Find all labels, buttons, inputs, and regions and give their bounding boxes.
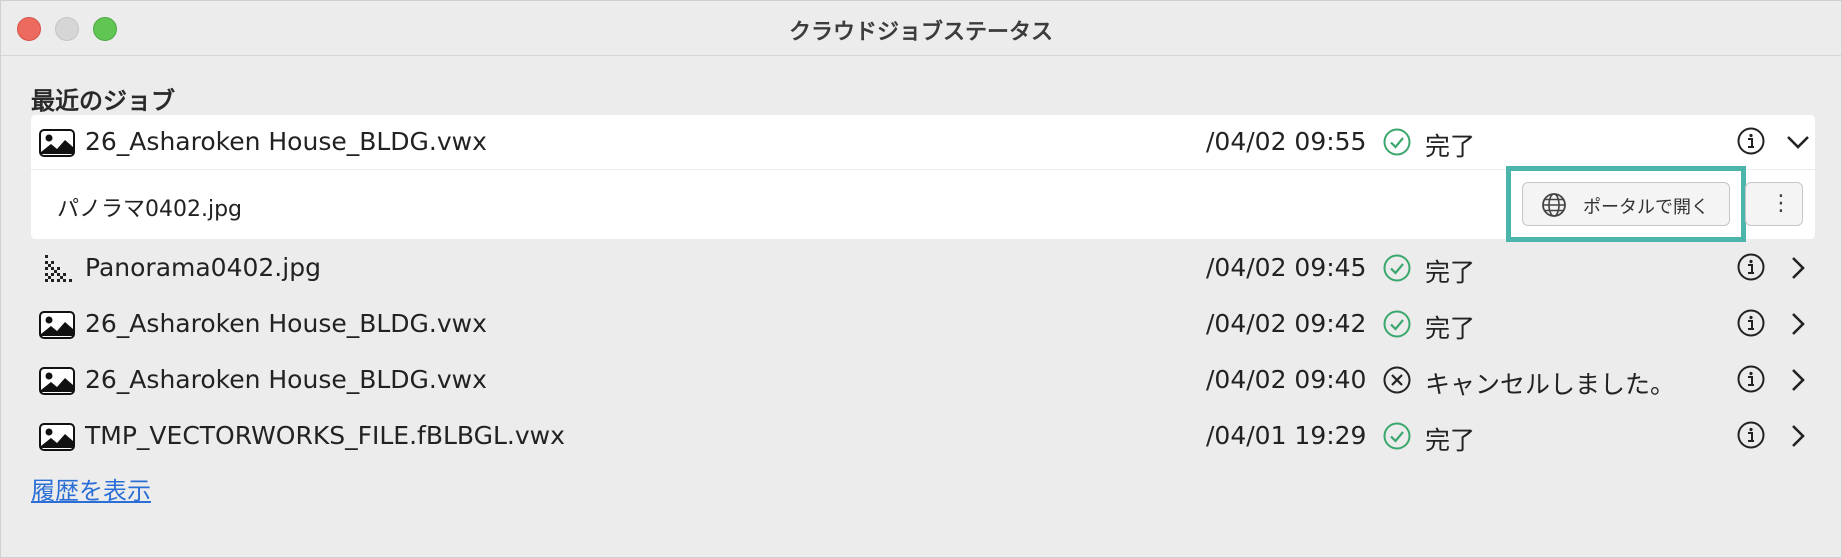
job-date: /04/02 09:42 (1206, 309, 1367, 338)
info-icon[interactable] (1736, 252, 1766, 282)
image-file-icon (39, 311, 75, 339)
more-options-button[interactable]: ⋮ (1745, 182, 1803, 226)
job-date: /04/02 09:40 (1206, 365, 1367, 394)
cloud-job-status-window: クラウドジョブステータス 最近のジョブ 26_Asharoken House_B… (0, 0, 1842, 558)
more-options-icon: ⋮ (1770, 191, 1792, 216)
job-status: 完了 (1425, 258, 1476, 287)
job-file-name: 26_Asharoken House_BLDG.vwx (85, 309, 487, 338)
job-status: 完了 (1425, 314, 1476, 343)
chevron-right-icon[interactable] (1784, 422, 1812, 450)
job-date: /04/02 09:55 (1206, 127, 1367, 156)
check-circle-icon (1383, 310, 1411, 338)
job-file-name: TMP_VECTORWORKS_FILE.fBLBGL.vwx (85, 421, 565, 450)
cancel-circle-icon (1383, 366, 1411, 394)
check-circle-icon (1383, 254, 1411, 282)
job-row[interactable]: 26_Asharoken House_BLDG.vwx /04/02 09:42… (31, 297, 1815, 353)
job-row[interactable]: 26_Asharoken House_BLDG.vwx /04/02 09:40… (31, 353, 1815, 409)
job-date: /04/02 09:45 (1206, 253, 1367, 282)
image-file-icon (39, 423, 75, 451)
window-title: クラウドジョブステータス (788, 20, 1053, 45)
recent-jobs-heading: 最近のジョブ (31, 87, 175, 115)
open-in-portal-label: ポータルで開く (1583, 197, 1709, 218)
info-icon[interactable] (1736, 420, 1766, 450)
globe-icon (1542, 193, 1566, 217)
job-status: 完了 (1425, 132, 1476, 161)
open-in-portal-button[interactable]: ポータルで開く (1522, 182, 1730, 226)
job-status: キャンセルしました。 (1425, 370, 1676, 399)
chevron-right-icon[interactable] (1784, 366, 1812, 394)
check-circle-icon (1383, 128, 1411, 156)
job-row[interactable]: TMP_VECTORWORKS_FILE.fBLBGL.vwx /04/01 1… (31, 409, 1815, 465)
job-file-name: 26_Asharoken House_BLDG.vwx (85, 365, 487, 394)
job-file-name: 26_Asharoken House_BLDG.vwx (85, 127, 487, 156)
info-icon[interactable] (1736, 126, 1766, 156)
output-file-name: パノラマ0402.jpg (57, 197, 243, 222)
raster-image-icon (45, 255, 72, 282)
show-history-link[interactable]: 履歴を表示 (31, 471, 151, 506)
title-bar: クラウドジョブステータス (1, 1, 1841, 56)
chevron-down-icon[interactable] (1784, 128, 1812, 156)
image-file-icon (39, 367, 75, 395)
info-icon[interactable] (1736, 364, 1766, 394)
job-file-name: Panorama0402.jpg (85, 253, 321, 282)
job-row[interactable]: Panorama0402.jpg /04/02 09:45 完了 (31, 241, 1815, 297)
check-circle-icon (1383, 422, 1411, 450)
info-icon[interactable] (1736, 308, 1766, 338)
job-date: /04/01 19:29 (1206, 421, 1367, 450)
job-row[interactable]: 26_Asharoken House_BLDG.vwx /04/02 09:55… (31, 115, 1815, 171)
job-status: 完了 (1425, 426, 1476, 455)
chevron-right-icon[interactable] (1784, 254, 1812, 282)
chevron-right-icon[interactable] (1784, 310, 1812, 338)
image-file-icon (39, 129, 75, 157)
